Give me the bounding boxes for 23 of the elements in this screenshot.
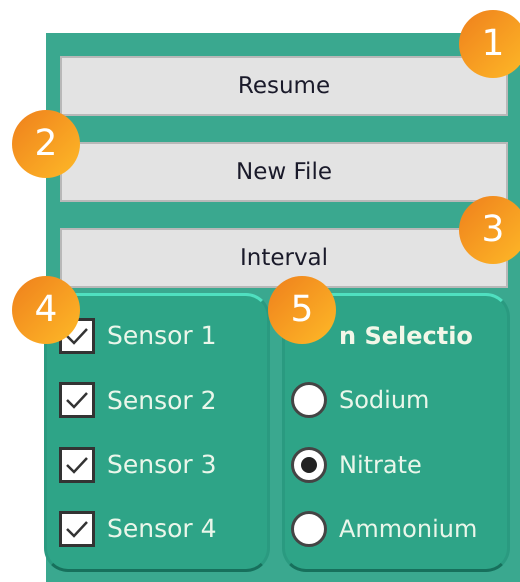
- checkbox-label: Sensor 3: [107, 448, 217, 481]
- callout-badge: 4: [12, 276, 80, 344]
- radio-label: Sodium: [339, 385, 430, 416]
- callout-badge: 1: [459, 10, 520, 78]
- checkbox-label: Sensor 1: [107, 320, 217, 352]
- checkmark-icon: [65, 326, 89, 346]
- checkbox-label: Sensor 4: [107, 513, 217, 546]
- panel-button[interactable]: Resume: [60, 56, 508, 116]
- checkbox[interactable]: [59, 382, 95, 418]
- group-title: n Selectio: [338, 321, 474, 352]
- radio-button[interactable]: [291, 446, 327, 483]
- checkbox[interactable]: [59, 446, 95, 483]
- checkmark-icon: [65, 518, 89, 539]
- radio-button[interactable]: [291, 382, 327, 418]
- radio-button[interactable]: [291, 510, 327, 547]
- callout-badge: 2: [12, 110, 80, 178]
- checkmark-icon: [65, 390, 89, 410]
- radio-label: Ammonium: [339, 514, 478, 545]
- checkmark-icon: [65, 454, 89, 475]
- radio-label: Nitrate: [339, 450, 422, 481]
- panel-button[interactable]: New File: [60, 142, 508, 202]
- checkbox[interactable]: [59, 510, 95, 547]
- checkbox-label: Sensor 2: [107, 384, 217, 417]
